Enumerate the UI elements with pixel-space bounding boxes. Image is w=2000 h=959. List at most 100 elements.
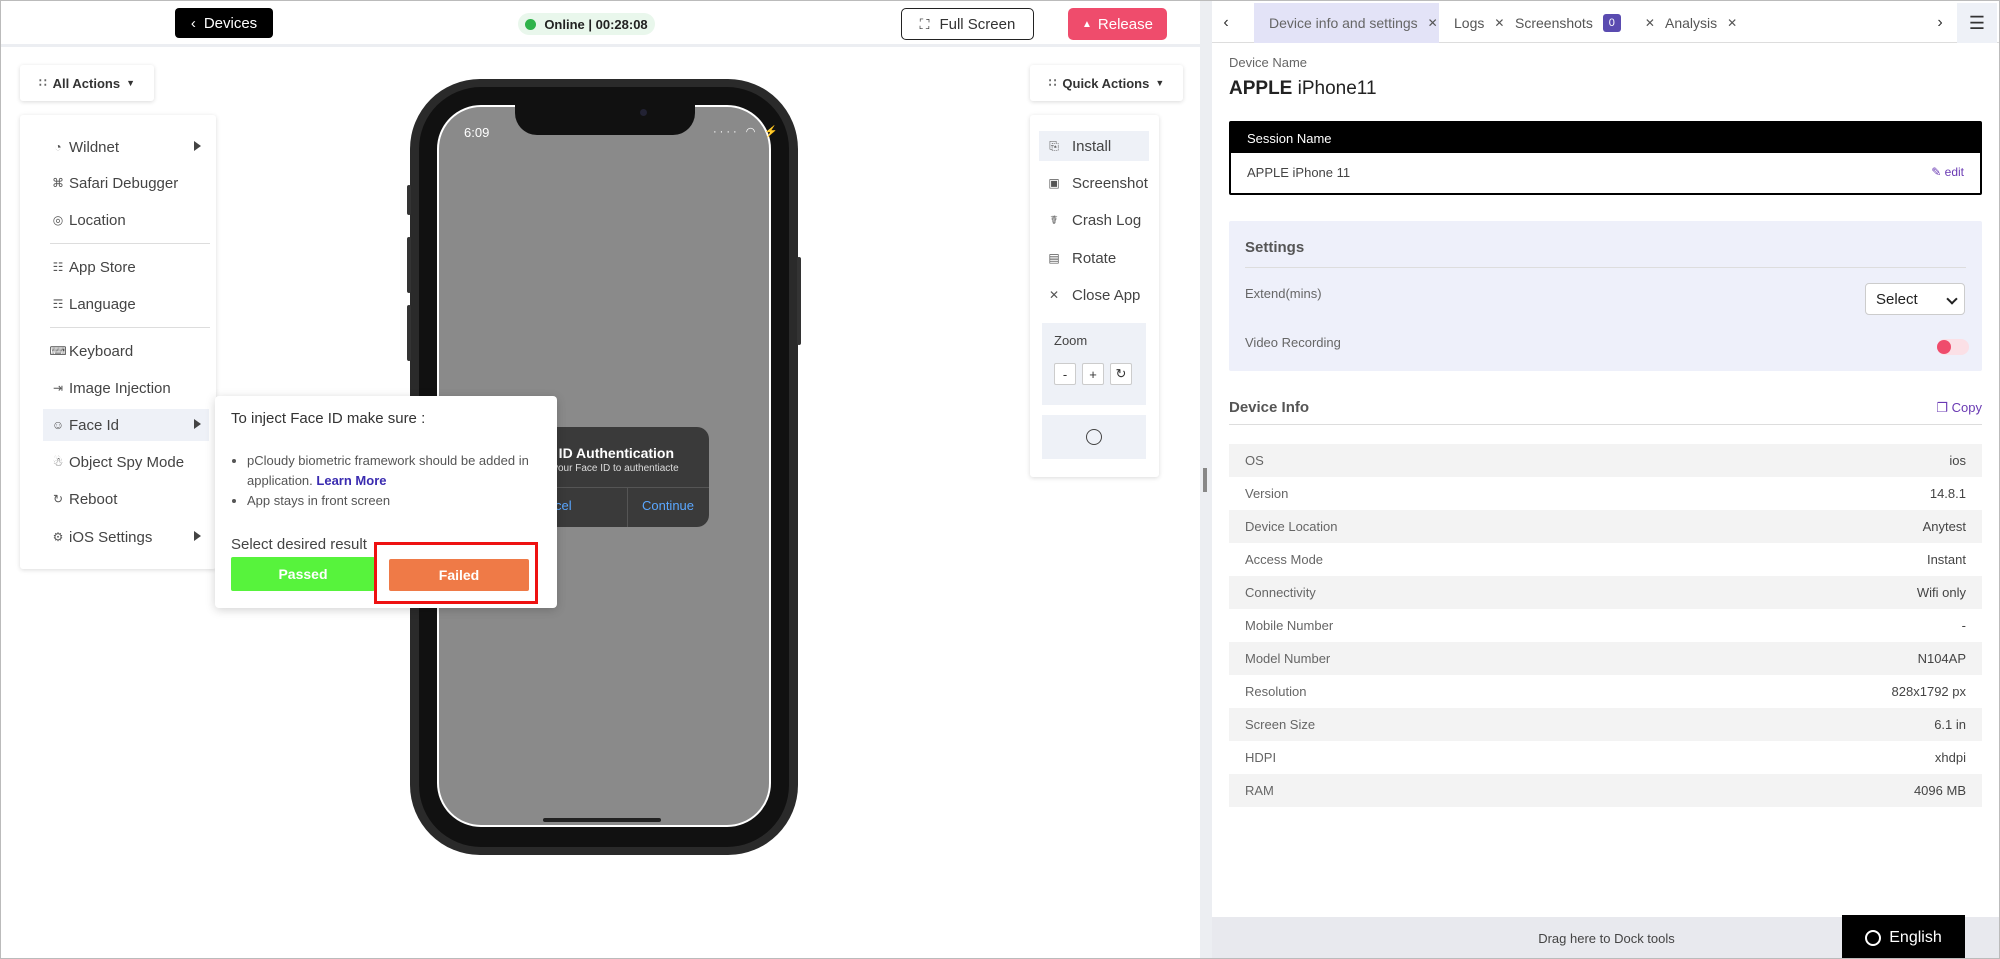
passed-button[interactable]: Passed [231,557,375,591]
close-tab-icon[interactable]: ✕ [1494,16,1504,30]
info-value: N104AP [1917,651,1966,666]
tab-device-info[interactable]: Device info and settings ✕ [1254,3,1439,43]
inject-requirements-list: pCloudy biometric framework should be ad… [247,451,547,511]
menu-item-label: Language [69,295,136,313]
session-edit-link[interactable]: ✎ edit [1931,165,1964,179]
menu-item-safari-debugger[interactable]: ⌘ Safari Debugger [43,167,209,199]
info-value: 14.8.1 [1929,486,1966,501]
reboot-icon: ↻ [52,492,64,506]
faceid-continue-button[interactable]: Continue [627,498,709,513]
device-info-divider [1229,424,1982,425]
faceid-cancel-button[interactable]: cel [555,498,572,513]
info-value: - [1961,618,1966,633]
record-circle-icon [1086,429,1102,445]
video-recording-toggle[interactable] [1937,339,1969,355]
zoom-out-button[interactable]: - [1054,363,1076,385]
device-info-title: Device Info [1229,399,1310,416]
all-actions-menu: ◔ Wildnet ⌘ Safari Debugger ◎ Location ☷… [20,115,216,569]
info-key: Access Mode [1245,552,1324,567]
location-pin-icon: ◎ [52,213,64,227]
tab-scroll-right-button[interactable]: › [1926,3,1954,43]
crash-log-icon: ☤ [1049,213,1059,227]
dialog-divider [541,487,709,488]
devices-button[interactable]: ‹ Devices [175,8,273,38]
online-status-text: Online | 00:28:08 [544,16,648,32]
device-model: iPhone11 [1297,78,1377,99]
device-info-content: Device Name APPLE iPhone11 Session Name … [1212,43,1999,916]
extend-select[interactable]: Select [1865,283,1965,315]
info-row-resolution: Resolution 828x1792 px [1229,675,1982,708]
online-status-badge: Online | 00:28:08 [518,13,655,35]
grid-dots-icon: ∷ [39,76,47,90]
info-row-screen-size: Screen Size 6.1 in [1229,708,1982,741]
translate-icon: ☶ [52,297,64,311]
face-id-icon: ☺ [51,418,65,432]
online-dot-icon [525,18,537,30]
tab-label: Logs [1454,15,1485,31]
quick-item-close-app[interactable]: ✕ Close App [1039,280,1149,310]
requirement-text: pCloudy biometric framework should be ad… [247,453,529,488]
grid-dots-icon: ∷ [1048,76,1057,90]
spy-icon: ☃ [52,455,64,469]
zoom-in-button[interactable]: + [1082,363,1104,385]
menu-item-face-id[interactable]: ☺ Face Id [43,409,209,441]
tab-bar: ‹ Device info and settings ✕ Logs ✕ Scre… [1212,3,1999,43]
keyboard-icon: ⌨ [49,344,67,358]
menu-item-ios-settings[interactable]: ⚙ iOS Settings [43,521,209,553]
tab-screenshots[interactable]: Screenshots 0 ✕ [1505,3,1655,43]
all-actions-button[interactable]: ∷ All Actions ▼ [20,65,154,101]
record-control[interactable] [1042,415,1146,459]
failed-button[interactable]: Failed [389,559,529,591]
session-name-header: Session Name [1231,123,1980,153]
settings-gear-icon: ⚙ [52,530,64,544]
video-recording-label: Video Recording [1245,335,1341,350]
hamburger-menu-icon: ☰ [1968,12,1986,33]
menu-item-label: Keyboard [69,342,134,360]
menu-item-location[interactable]: ◎ Location [43,204,209,236]
quick-item-rotate[interactable]: ▤ Rotate [1039,243,1149,273]
edit-icon: ✎ [1931,165,1942,179]
language-button[interactable]: English [1842,915,1965,958]
quick-item-screenshot[interactable]: ▣ Screenshot [1039,168,1149,198]
wifi-icon: ◠ [745,126,759,138]
install-icon: ⎘ [1049,138,1059,153]
close-tab-icon[interactable]: ✕ [1645,16,1655,30]
quick-actions-button[interactable]: ∷ Quick Actions ▼ [1030,65,1183,101]
quick-item-install[interactable]: ⎘ Install [1039,131,1149,161]
full-screen-button[interactable]: ⛶ Full Screen [901,8,1034,40]
session-name-value: APPLE iPhone 11 [1247,165,1351,180]
tab-analysis[interactable]: Analysis ✕ [1655,3,1737,43]
menu-item-image-injection[interactable]: ⇥ Image Injection [43,372,209,404]
learn-more-link[interactable]: Learn More [316,473,386,488]
quick-item-crash-log[interactable]: ☤ Crash Log [1039,205,1149,235]
info-key: Mobile Number [1245,618,1334,633]
menu-item-language[interactable]: ☶ Language [43,288,209,320]
close-tab-icon[interactable]: ✕ [1727,16,1737,30]
menu-item-label: Object Spy Mode [69,453,185,471]
info-key: Resolution [1245,684,1307,699]
quick-actions-menu: ⎘ Install ▣ Screenshot ☤ Crash Log ▤ Rot… [1030,115,1159,477]
menu-item-app-store[interactable]: ☷ App Store [43,251,209,283]
close-tab-icon[interactable]: ✕ [1428,16,1438,30]
menu-item-keyboard[interactable]: ⌨ Keyboard [43,335,209,367]
status-bar-time: 6:09 [464,125,490,140]
release-button[interactable]: ▲ Release [1068,8,1167,40]
tab-logs[interactable]: Logs ✕ [1444,3,1504,43]
menu-item-label: iOS Settings [69,528,153,546]
menu-item-wildnet[interactable]: ◔ Wildnet [43,131,209,163]
front-camera [640,109,647,116]
zoom-reset-button[interactable]: ↻ [1110,363,1132,385]
info-key: OS [1245,453,1264,468]
tab-scroll-left-button[interactable]: ‹ [1212,3,1240,43]
info-row-ram: RAM 4096 MB [1229,774,1982,807]
info-key: Model Number [1245,651,1331,666]
menu-item-reboot[interactable]: ↻ Reboot [43,483,209,515]
edit-label: edit [1944,165,1964,179]
device-info-copy-button[interactable]: ❐ Copy [1936,400,1982,416]
phone-mute-button [407,185,411,215]
tab-menu-button[interactable]: ☰ [1957,3,1997,43]
info-value: Instant [1926,552,1966,567]
wifi-signal-icon: ◔ [54,140,62,154]
menu-item-object-spy-mode[interactable]: ☃ Object Spy Mode [43,446,209,478]
info-row-version: Version 14.8.1 [1229,477,1982,510]
